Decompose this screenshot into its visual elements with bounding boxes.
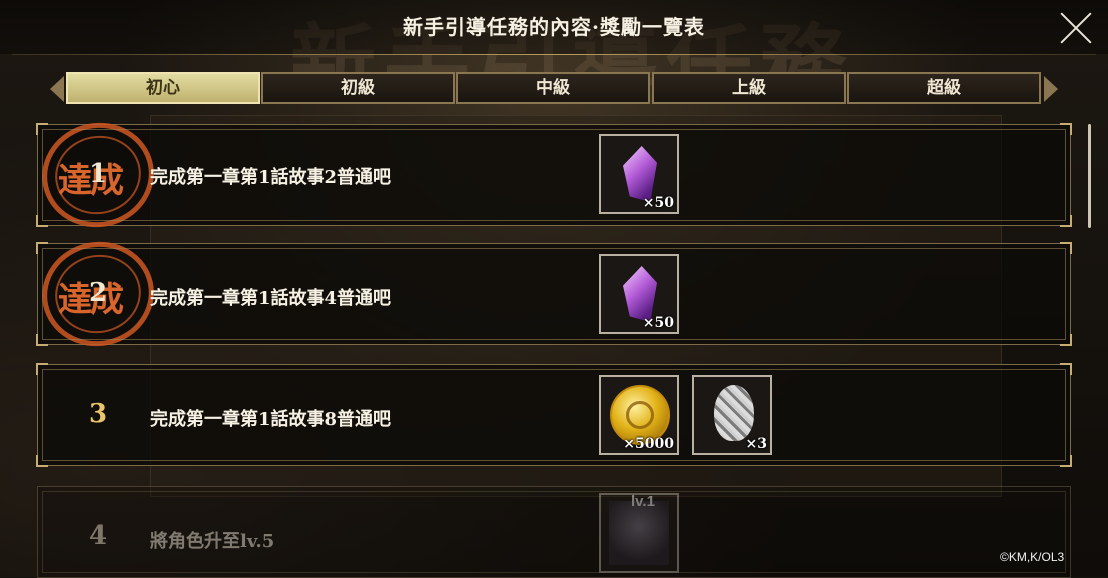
tab-advanced[interactable]: 上級 [652,72,846,104]
task-number: 1 [88,159,108,189]
reward-quantity: ×5000 [623,436,674,452]
reward-item[interactable]: ×50 [599,254,679,334]
task-row: 達成 1 完成第一章第1話故事2普通吧 ×50 [32,112,1072,238]
reward-item[interactable]: lv.1 [599,493,679,573]
tab-novice[interactable]: 初級 [261,72,455,104]
task-row: 4 將角色升至lv.5 lv.1 [37,486,1071,578]
tab-left-ornament [50,76,64,102]
scrollbar[interactable] [1088,124,1091,228]
task-row: 3 完成第一章第1話故事8普通吧 ×5000 ×3 [36,363,1072,467]
task-description: 完成第一章第1話故事2普通吧 [150,167,392,188]
reward-item[interactable]: ×5000 [599,375,679,455]
reward-item[interactable]: ×3 [692,375,772,455]
silver-egg-icon [714,385,754,441]
crystal-icon [623,146,657,202]
task-row: 達成 2 完成第一章第1話故事4普通吧 ×50 [32,231,1072,357]
reward-level: lv.1 [631,493,655,510]
task-number: 3 [88,399,108,429]
task-number: 4 [88,521,108,551]
character-portrait-icon [609,501,669,565]
task-description: 完成第一章第1話故事8普通吧 [150,409,392,430]
page-title: 新手引導任務的內容·獎勵一覽表 [403,15,705,39]
reward-quantity: ×3 [745,436,767,452]
reward-quantity: ×50 [642,315,674,331]
tab-intermediate[interactable]: 中級 [456,72,650,104]
title-divider [12,54,1096,55]
crystal-icon [623,266,657,322]
tab-right-ornament [1044,76,1058,102]
close-icon[interactable] [1058,10,1094,46]
task-description: 將角色升至lv.5 [150,531,275,552]
tab-beginner[interactable]: 初心 [66,72,260,104]
title-bar: 新手引導任務的內容·獎勵一覽表 [0,0,1108,54]
difficulty-tabs: 初心 初級 中級 上級 超級 [50,70,1058,108]
tab-expert[interactable]: 超級 [847,72,1041,104]
task-description: 完成第一章第1話故事4普通吧 [150,288,392,309]
reward-quantity: ×50 [642,195,674,211]
copyright: ©KM,K/OL3 [1000,550,1065,564]
reward-item[interactable]: ×50 [599,134,679,214]
task-number: 2 [88,278,108,308]
